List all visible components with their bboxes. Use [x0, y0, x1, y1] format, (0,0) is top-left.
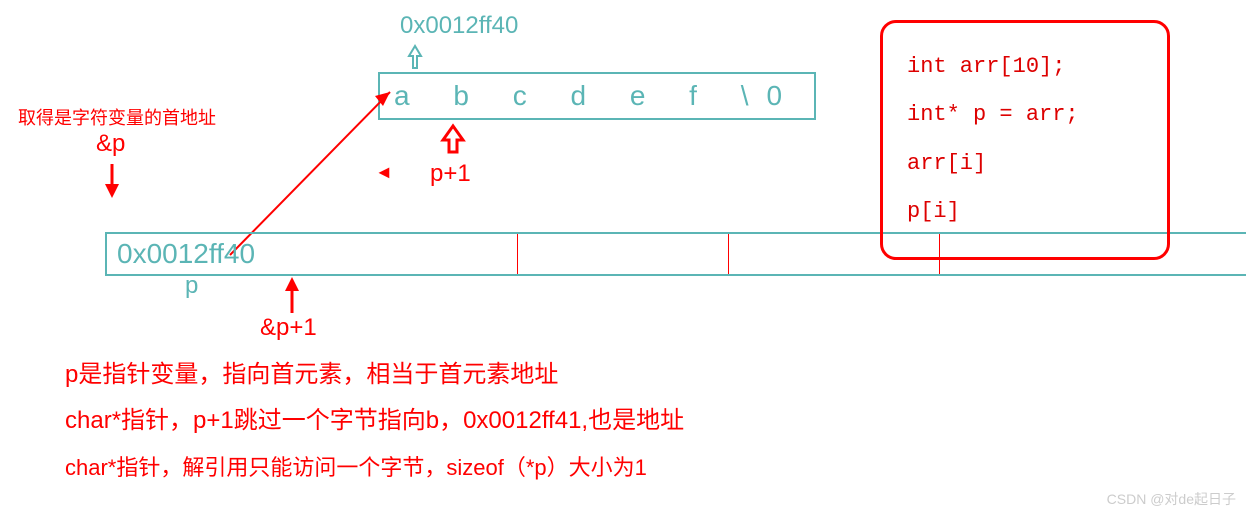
- pointer-value-text: 0x0012ff40: [117, 238, 255, 269]
- code-line-4: p[i]: [907, 188, 1143, 236]
- code-line-3: arr[i]: [907, 140, 1143, 188]
- amp-p-label: &p: [96, 130, 125, 158]
- note-line-2: char*指针，p+1跳过一个字节指向b，0x0012ff41,也是地址: [65, 402, 684, 440]
- note-line-1: p是指针变量，指向首元素，相当于首元素地址: [65, 356, 558, 394]
- p-plus-1-label: p+1: [430, 160, 471, 188]
- amp-p-desc: 取得是字符变量的首地址: [18, 104, 216, 130]
- amp-p-plus-1-label: &p+1: [260, 314, 317, 342]
- amp-p-plus-1-arrow-icon: [280, 275, 304, 315]
- code-box: int arr[10]; int* p = arr; arr[i] p[i]: [880, 20, 1170, 260]
- pointer-var-label: p: [185, 272, 198, 300]
- note-line-3: char*指针，解引用只能访问一个字节，sizeof（*p）大小为1: [65, 450, 647, 485]
- code-line-2: int* p = arr;: [907, 91, 1143, 139]
- top-address-label: 0x0012ff40: [400, 12, 518, 40]
- amp-p-down-arrow-icon: [100, 160, 124, 200]
- char-array-box: a b c d e f \0: [378, 72, 816, 120]
- left-triangle-icon: ◄: [375, 162, 393, 183]
- code-line-1: int arr[10];: [907, 43, 1143, 91]
- watermark: CSDN @对de起日子: [1107, 489, 1236, 509]
- p-plus-1-arrow-icon: [438, 122, 468, 156]
- up-arrow-top-icon: [405, 42, 425, 70]
